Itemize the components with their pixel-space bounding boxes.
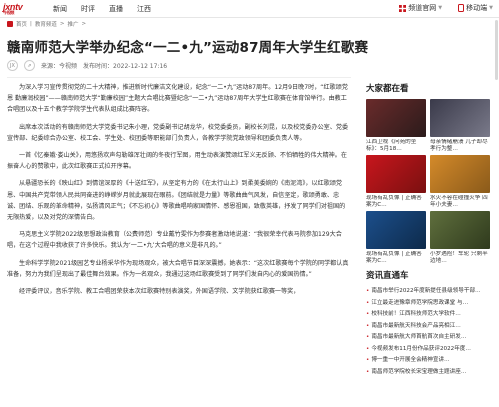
video-caption: 水火不容在碰撞火争 四年小夫妻… (430, 195, 488, 208)
news-item[interactable]: • 南昌市举行2022年度新提任县级领导干部… (366, 286, 496, 298)
channel-site-label: 频道官网 (408, 4, 437, 12)
bullet-icon: • (366, 322, 370, 329)
news-item-label: 南昌师范学院校长宋宝理做主题讲座… (371, 368, 467, 375)
news-item-label: 江立最走进豫章师范学院思政课堂 与… (371, 299, 469, 306)
video-card[interactable]: 母亲情绪崩溃 儿子却尽孝行为整… (430, 99, 490, 153)
logo-subtext: 今视频 (3, 10, 15, 15)
thumb-grid: 江西卫视《问苑的坐标》：5月18… 母亲情绪崩溃 儿子却尽孝行为整… 现场有乱负… (366, 99, 496, 265)
video-card[interactable]: 现场有乱负像 | 正确答案为C… (366, 155, 426, 209)
site-logo[interactable]: jxntv 今视频 (3, 2, 43, 16)
mobile-label: 移动端 (466, 4, 488, 12)
top-right-links: 频道官网 ▼ 移动端 ▼ (399, 3, 493, 13)
sidebar-heading: 大家都在看 (366, 84, 409, 94)
paragraph: 为深入学习宣传贯彻党的二十大精神，推进新时代廉洁文化建设，纪念“一二•九”运动8… (7, 84, 348, 114)
scrollbar[interactable] (495, 20, 498, 80)
breadcrumb-education[interactable]: 教育频道 (35, 20, 57, 28)
nav-live[interactable]: 直播 (109, 4, 123, 14)
breadcrumb-separator: > (81, 21, 87, 27)
bullet-icon: • (366, 345, 370, 352)
news-item-label: 今视频发布11月份作品获评2022年度… (371, 345, 471, 352)
video-card[interactable]: 现场有乱负像 | 正确答案为C… (366, 211, 426, 265)
article-meta: JX ⇗ 来源：今视频 发布时间：2022-12-12 17:16 (7, 60, 167, 71)
video-card[interactable]: 水火不容在碰撞火争 四年小夫妻… (430, 155, 490, 209)
breadcrumb-promo[interactable]: 推广 (68, 20, 79, 28)
news-item-label: 博一重一中开展全会精神宣讲… (371, 357, 450, 363)
article-source: 来源：今视频 (41, 63, 78, 70)
news-item[interactable]: • 博一重一中开展全会精神宣讲… (366, 355, 496, 367)
phone-icon (458, 4, 465, 12)
news-item[interactable]: • 南昌市最新航天科技会产品亮相江… (366, 321, 496, 333)
news-item[interactable]: • 今视频发布11月份作品获评2022年度… (366, 344, 496, 356)
video-caption: 小罗遇险！车轮 只剩半边地… (430, 251, 488, 264)
top-bar: jxntv 今视频 新闻 时评 直播 江西 频道官网 ▼ 移动端 ▼ (0, 0, 499, 18)
breadcrumb: 首页 | 教育频道 > 推广 > (7, 20, 86, 28)
paragraph: 马克思主义学院2022级思想政治教育（公费师范）专业戴竹雯作为参赛者激动地说道：… (7, 231, 342, 250)
video-caption: 江西卫视《问苑的坐标》：5月18… (366, 139, 417, 152)
chevron-down-icon: ▼ (489, 5, 493, 11)
nav-news[interactable]: 新闻 (53, 4, 67, 14)
news-list: • 南昌市举行2022年度新提任县级领导干部… • 江立最走进豫章师范学院思政课堂 … (366, 286, 496, 378)
share-icon[interactable]: ⇗ (24, 60, 35, 71)
article-body: 为深入学习宣传贯彻党的二十大精神，推进新时代廉洁文化建设，纪念“一二•九”运动8… (7, 82, 351, 303)
breadcrumb-home[interactable]: 首页 (16, 20, 27, 28)
news-item[interactable]: • 南昌师范学院校长宋宝理做主题讲座… (366, 367, 496, 379)
video-thumbnail (366, 211, 426, 249)
paragraph: 一首《忆秦娥·娄山关》，用悠扬欢声勾勒雄浑壮阔的冬夜行军图，用生动表演赞颂红军义… (7, 152, 347, 171)
top-nav: 新闻 时评 直播 江西 (53, 4, 151, 14)
bullet-icon: • (366, 334, 370, 340)
video-thumbnail (430, 155, 490, 193)
article-date: 发布时间：2022-12-12 17:16 (83, 63, 168, 70)
mobile-link[interactable]: 移动端 ▼ (458, 3, 493, 13)
video-thumbnail (366, 155, 426, 193)
bullet-icon: • (366, 357, 370, 363)
video-thumbnail (366, 99, 426, 137)
divider (7, 77, 351, 78)
news-heading: 资讯直通车 (366, 271, 409, 281)
avatar[interactable]: JX (7, 60, 18, 71)
breadcrumb-separator: | (30, 21, 32, 27)
news-item-label: 南昌市举行2022年度新提任县级领导干部… (371, 288, 481, 294)
nav-jiangxi[interactable]: 江西 (137, 4, 151, 14)
sidebar: 大家都在看 江西卫视《问苑的坐标》：5月18… 母亲情绪崩溃 儿子却尽孝行为整…… (366, 82, 496, 378)
paragraph: 生命科学学院2021级园艺专业杨采华作为现场观众，被大合唱节目深深震撼，她表示：… (7, 259, 349, 278)
news-item-label: 南昌市最新航大师首航首次自主研发… (371, 334, 467, 340)
chevron-down-icon: ▼ (438, 5, 443, 11)
bullet-icon: • (366, 368, 370, 375)
breadcrumb-separator: > (59, 21, 65, 27)
news-item[interactable]: • 南昌市最新航大师首航首次自主研发… (366, 332, 496, 344)
video-thumbnail (430, 211, 490, 249)
video-caption: 现场有乱负像 | 正确答案为C… (366, 251, 422, 264)
news-item[interactable]: • 江立最走进豫章师范学院思政课堂 与… (366, 298, 496, 310)
paragraph: 出席本次活动的有赣南师范大学党委书记朱小理，党委副书记胡龙华，校党委委员，副校长… (7, 123, 349, 142)
article-title: 赣南师范大学举办纪念“一二•九”运动87周年大学生红歌赛 (7, 40, 369, 56)
grid-icon (399, 4, 407, 12)
video-card[interactable]: 小罗遇险！车轮 只剩半边地… (430, 211, 490, 265)
news-item[interactable]: • 校科技前！江西科技师范大学软件… (366, 309, 496, 321)
video-caption: 现场有乱负像 | 正确答案为C… (366, 195, 422, 208)
bullet-icon: • (366, 288, 370, 294)
video-thumbnail (430, 99, 490, 137)
channel-site-link[interactable]: 频道官网 ▼ (399, 3, 442, 13)
paragraph: 从悬疆恐长的《映山红》到情谊深厚的《十送红军》，从坚定有力的《在太行山上》到柔美… (7, 180, 346, 222)
news-item-label: 校科技前！江西科技师范大学软件… (371, 311, 461, 317)
video-card[interactable]: 江西卫视《问苑的坐标》：5月18… (366, 99, 426, 153)
bullet-icon: • (366, 299, 370, 306)
home-icon[interactable] (7, 21, 13, 27)
nav-commentary[interactable]: 时评 (81, 4, 95, 14)
paragraph: 经评委评议，音乐学院、教工合唱团荣获本次红歌赛特别表演奖，外国语学院、文学院获红… (19, 288, 300, 296)
video-caption: 母亲情绪崩溃 儿子却尽孝行为整… (430, 139, 488, 152)
bullet-icon: • (366, 311, 370, 317)
news-item-label: 南昌市最新航天科技会产品亮相江… (371, 322, 461, 329)
